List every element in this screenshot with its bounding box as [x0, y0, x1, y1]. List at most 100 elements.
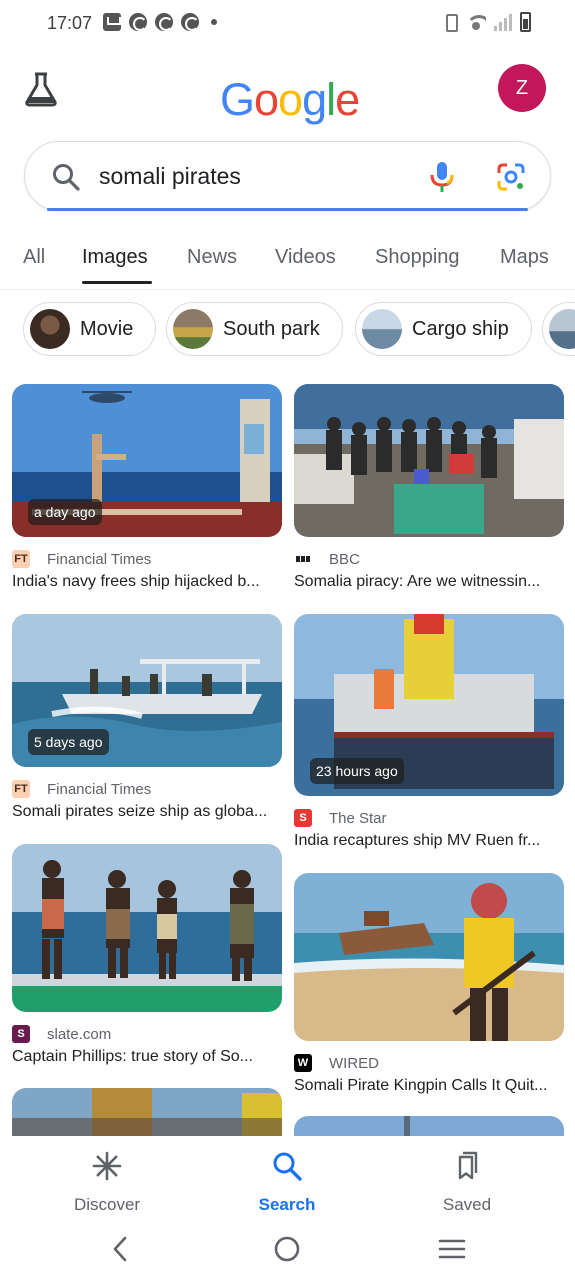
image-result-card[interactable] — [294, 1116, 564, 1136]
time-badge: a day ago — [28, 499, 102, 525]
google-lens-icon[interactable] — [495, 161, 527, 193]
result-thumbnail[interactable] — [12, 844, 282, 1012]
chip-label: Cargo ship — [412, 317, 509, 340]
result-title[interactable]: Captain Phillips: true story of So... — [12, 1048, 282, 1066]
chip-south-park[interactable]: South park — [166, 302, 343, 356]
source-name: WIRED — [329, 1054, 379, 1072]
flask-icon — [25, 72, 57, 107]
source-name: Financial Times — [47, 550, 152, 568]
home-icon — [274, 1236, 300, 1262]
tab-images[interactable]: Images — [82, 246, 148, 269]
search-input[interactable]: somali pirates — [99, 163, 241, 190]
source-name: BBC — [329, 550, 360, 568]
status-time: 17:07 — [47, 13, 93, 33]
source-row: S The Star — [294, 808, 564, 828]
bottom-navigation: Discover Search Saved — [0, 1136, 575, 1222]
tab-videos[interactable]: Videos — [275, 246, 336, 269]
wired-favicon: W — [294, 1054, 312, 1072]
result-thumbnail[interactable]: 5 days ago — [12, 614, 282, 767]
source-row: S slate.com — [12, 1024, 282, 1044]
the-star-favicon: S — [294, 809, 312, 827]
back-icon — [113, 1236, 127, 1262]
battery-icon — [520, 12, 531, 32]
active-tab-indicator — [82, 281, 152, 284]
image-result-card[interactable]: 23 hours ago S The Star India recaptures… — [294, 614, 564, 850]
vibrate-icon — [442, 12, 458, 32]
chip-thumbnail — [173, 309, 213, 349]
image-results-grid: a day ago FT Financial Times India's nav… — [0, 384, 575, 1136]
app-notification-icon — [181, 13, 199, 31]
search-icon — [53, 164, 80, 191]
system-navigation-bar — [0, 1222, 575, 1280]
result-title[interactable]: Somali Pirate Kingpin Calls It Quit... — [294, 1077, 564, 1095]
result-thumbnail[interactable]: a day ago — [12, 384, 282, 537]
system-status-icons — [442, 12, 531, 32]
result-thumbnail[interactable] — [294, 384, 564, 537]
avatar-initial: Z — [515, 76, 529, 99]
nav-discover[interactable]: Discover — [37, 1150, 177, 1215]
more-notifications-icon — [211, 19, 217, 25]
image-result-card[interactable]: 5 days ago FT Financial Times Somali pir… — [12, 614, 282, 821]
nav-saved[interactable]: Saved — [397, 1150, 537, 1215]
bookmarks-icon — [458, 1151, 478, 1180]
result-thumbnail[interactable] — [294, 873, 564, 1041]
app-header: Google Z — [0, 48, 575, 130]
chip-thumbnail — [362, 309, 402, 349]
nav-search[interactable]: Search — [217, 1150, 357, 1215]
tab-shopping[interactable]: Shopping — [375, 246, 460, 269]
chip-label: South park — [223, 317, 320, 340]
notification-icons — [103, 13, 217, 31]
logo-letter: e — [335, 74, 360, 125]
labs-button[interactable] — [20, 68, 62, 110]
image-result-card[interactable]: BBC Somalia piracy: Are we witnessin... — [294, 384, 564, 591]
app-notification-icon — [155, 13, 173, 31]
app-notification-icon — [129, 13, 147, 31]
google-logo: Google — [220, 74, 360, 126]
tab-maps[interactable]: Maps — [500, 246, 549, 269]
chip-thumbnail — [549, 309, 575, 349]
home-button[interactable] — [267, 1234, 307, 1264]
image-result-card[interactable]: S slate.com Captain Phillips: true story… — [12, 844, 282, 1066]
chip-movie[interactable]: Movie — [23, 302, 157, 356]
asterisk-icon — [92, 1151, 122, 1181]
microphone-icon[interactable] — [427, 160, 457, 194]
result-title[interactable]: India recaptures ship MV Ruen fr... — [294, 832, 564, 850]
account-avatar[interactable]: Z — [498, 64, 546, 112]
menu-icon — [438, 1239, 466, 1259]
image-result-card[interactable]: a day ago FT Financial Times India's nav… — [12, 384, 282, 591]
image-result-card[interactable]: W WIRED Somali Pirate Kingpin Calls It Q… — [294, 873, 564, 1095]
search-box[interactable]: somali pirates — [24, 141, 551, 211]
result-title[interactable]: Somalia piracy: Are we witnessin... — [294, 573, 564, 591]
logo-letter: o — [254, 74, 279, 125]
image-result-card[interactable] — [12, 1088, 282, 1136]
logo-letter: g — [302, 74, 327, 125]
source-row: BBC — [294, 549, 564, 569]
slate-favicon: S — [12, 1025, 30, 1043]
result-thumbnail[interactable] — [12, 1088, 282, 1136]
source-row: FT Financial Times — [12, 779, 282, 799]
result-thumbnail[interactable] — [294, 1116, 564, 1136]
wifi-icon — [466, 13, 486, 31]
source-row: FT Financial Times — [12, 549, 282, 569]
filter-chips: Movie South park Cargo ship — [0, 302, 575, 358]
chip-label: Movie — [80, 317, 134, 340]
search-icon — [273, 1152, 302, 1181]
financial-times-favicon: FT — [12, 550, 30, 568]
chip-more[interactable] — [542, 302, 575, 356]
tab-all[interactable]: All — [23, 246, 45, 269]
result-thumbnail[interactable]: 23 hours ago — [294, 614, 564, 796]
nav-label: Saved — [442, 1195, 492, 1214]
back-button[interactable] — [100, 1234, 140, 1264]
tab-news[interactable]: News — [187, 246, 237, 269]
logo-letter: o — [278, 74, 303, 125]
message-notification-icon — [103, 13, 121, 31]
signal-icon — [494, 13, 512, 31]
chip-cargo-ship[interactable]: Cargo ship — [355, 302, 532, 356]
result-title[interactable]: India's navy frees ship hijacked b... — [12, 573, 282, 591]
nav-label: Search — [258, 1195, 316, 1214]
nav-label: Discover — [73, 1195, 141, 1214]
source-row: W WIRED — [294, 1053, 564, 1073]
result-title[interactable]: Somali pirates seize ship as globa... — [12, 803, 282, 821]
recents-button[interactable] — [432, 1234, 472, 1264]
time-badge: 5 days ago — [28, 729, 109, 755]
